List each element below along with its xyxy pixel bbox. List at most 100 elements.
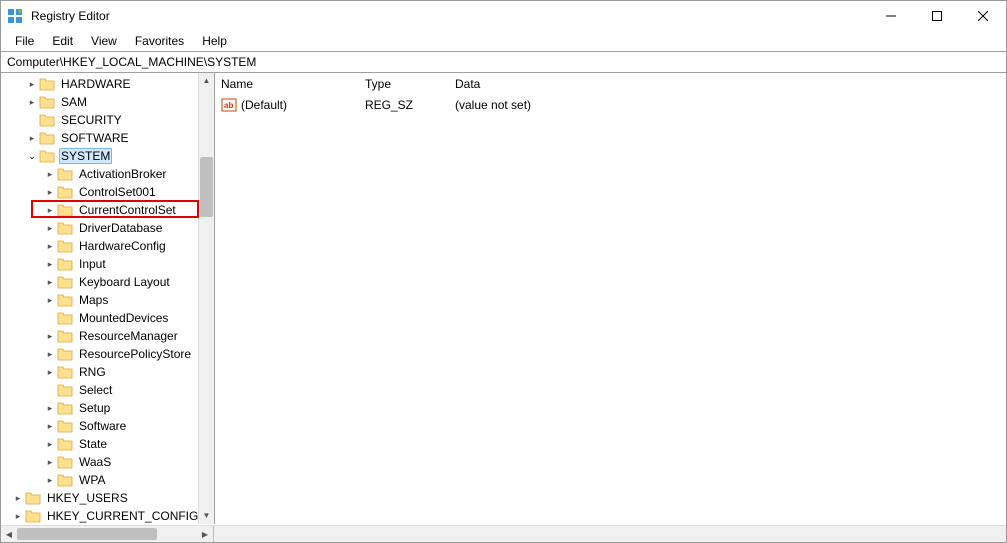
tree-item-currentcontrolset[interactable]: ▸ CurrentControlSet xyxy=(1,201,214,219)
chevron-right-icon[interactable]: ▸ xyxy=(43,421,57,432)
tree-label: Select xyxy=(77,383,114,397)
folder-icon xyxy=(57,167,73,181)
maximize-button[interactable] xyxy=(914,1,960,31)
tree-item-hkey-users[interactable]: ▸ HKEY_USERS xyxy=(1,489,214,507)
tree-label: ControlSet001 xyxy=(77,185,158,199)
tree-item-keyboardlayout[interactable]: ▸ Keyboard Layout xyxy=(1,273,214,291)
tree-label: SAM xyxy=(59,95,89,109)
menu-view[interactable]: View xyxy=(83,32,125,50)
folder-icon xyxy=(57,311,73,325)
chevron-right-icon[interactable]: ▸ xyxy=(43,349,57,360)
tree-label: ActivationBroker xyxy=(77,167,168,181)
tree-item-setup[interactable]: ▸ Setup xyxy=(1,399,214,417)
tree-label: CurrentControlSet xyxy=(77,203,178,217)
scroll-down-icon[interactable]: ▼ xyxy=(199,508,214,524)
chevron-right-icon[interactable]: ▸ xyxy=(43,331,57,342)
folder-icon xyxy=(57,185,73,199)
tree-item-controlset001[interactable]: ▸ ControlSet001 xyxy=(1,183,214,201)
chevron-right-icon[interactable]: ▸ xyxy=(43,475,57,486)
chevron-right-icon[interactable]: ▸ xyxy=(43,403,57,414)
list-row[interactable]: ab (Default) REG_SZ (value not set) xyxy=(215,96,1006,114)
folder-icon xyxy=(57,221,73,235)
tree-item-hardwareconfig[interactable]: ▸ HardwareConfig xyxy=(1,237,214,255)
tree-item-waas[interactable]: ▸ WaaS xyxy=(1,453,214,471)
tree-item-mounteddevices[interactable]: MountedDevices xyxy=(1,309,214,327)
menu-edit[interactable]: Edit xyxy=(44,32,81,50)
menubar: File Edit View Favorites Help xyxy=(1,31,1006,51)
chevron-right-icon[interactable]: ▸ xyxy=(43,259,57,270)
menu-file[interactable]: File xyxy=(7,32,42,50)
column-header-data[interactable]: Data xyxy=(455,77,1006,91)
folder-icon xyxy=(57,203,73,217)
column-header-type[interactable]: Type xyxy=(365,77,455,91)
tree-item-driverdatabase[interactable]: ▸ DriverDatabase xyxy=(1,219,214,237)
chevron-right-icon[interactable]: ▸ xyxy=(11,493,25,504)
tree-item-hkey-current-config[interactable]: ▸ HKEY_CURRENT_CONFIG xyxy=(1,507,214,524)
tree-item-security[interactable]: SECURITY xyxy=(1,111,214,129)
folder-icon xyxy=(39,95,55,109)
tree-label: SECURITY xyxy=(59,113,124,127)
scrollbar-thumb-horizontal[interactable] xyxy=(17,528,157,540)
folder-icon xyxy=(57,437,73,451)
tree-item-activationbroker[interactable]: ▸ ActivationBroker xyxy=(1,165,214,183)
scroll-right-icon[interactable]: ▶ xyxy=(197,530,213,539)
chevron-right-icon[interactable]: ▸ xyxy=(43,169,57,180)
minimize-button[interactable] xyxy=(868,1,914,31)
column-header-name[interactable]: Name xyxy=(221,77,365,91)
menu-help[interactable]: Help xyxy=(194,32,235,50)
close-button[interactable] xyxy=(960,1,1006,31)
tree-item-system[interactable]: ⌄ SYSTEM xyxy=(1,147,214,165)
horizontal-scrollbar[interactable]: ◀ ▶ xyxy=(1,525,1006,542)
tree-vertical-scrollbar[interactable]: ▲ ▼ xyxy=(198,73,214,524)
tree-label: HKEY_CURRENT_CONFIG xyxy=(45,509,200,523)
tree-label: Keyboard Layout xyxy=(77,275,172,289)
chevron-right-icon[interactable]: ▸ xyxy=(43,295,57,306)
chevron-right-icon[interactable]: ▸ xyxy=(43,277,57,288)
folder-icon xyxy=(57,257,73,271)
tree-item-input[interactable]: ▸ Input xyxy=(1,255,214,273)
tree-label: Setup xyxy=(77,401,112,415)
regedit-app-icon xyxy=(7,8,23,24)
tree-scroll[interactable]: ▸ HARDWARE ▸ SAM SECURITY ▸ SOFTWARE ⌄ xyxy=(1,73,214,524)
folder-icon xyxy=(57,473,73,487)
scrollbar-thumb[interactable] xyxy=(200,157,213,217)
tree-item-hardware[interactable]: ▸ HARDWARE xyxy=(1,75,214,93)
chevron-right-icon[interactable]: ▸ xyxy=(43,439,57,450)
tree-item-select[interactable]: Select xyxy=(1,381,214,399)
chevron-right-icon[interactable]: ▸ xyxy=(43,241,57,252)
tree-item-rng[interactable]: ▸ RNG xyxy=(1,363,214,381)
tree-item-state[interactable]: ▸ State xyxy=(1,435,214,453)
tree-label: HARDWARE xyxy=(59,77,133,91)
tree-item-software2[interactable]: ▸ Software xyxy=(1,417,214,435)
tree-item-sam[interactable]: ▸ SAM xyxy=(1,93,214,111)
folder-icon xyxy=(39,113,55,127)
tree-item-wpa[interactable]: ▸ WPA xyxy=(1,471,214,489)
folder-icon xyxy=(39,77,55,91)
tree-item-software[interactable]: ▸ SOFTWARE xyxy=(1,129,214,147)
splitter-handle[interactable] xyxy=(213,526,214,542)
chevron-right-icon[interactable]: ▸ xyxy=(25,79,39,90)
chevron-right-icon[interactable]: ▸ xyxy=(43,367,57,378)
chevron-right-icon[interactable]: ▸ xyxy=(25,97,39,108)
value-data: (value not set) xyxy=(455,98,1006,112)
chevron-right-icon[interactable]: ▸ xyxy=(43,457,57,468)
tree-label: ResourceManager xyxy=(77,329,180,343)
menu-favorites[interactable]: Favorites xyxy=(127,32,192,50)
address-bar[interactable]: Computer\HKEY_LOCAL_MACHINE\SYSTEM xyxy=(1,51,1006,73)
list-header: Name Type Data xyxy=(215,73,1006,92)
tree-item-resourcepolicystore[interactable]: ▸ ResourcePolicyStore xyxy=(1,345,214,363)
chevron-right-icon[interactable]: ▸ xyxy=(25,133,39,144)
scroll-up-icon[interactable]: ▲ xyxy=(199,73,214,89)
titlebar: Registry Editor xyxy=(1,1,1006,31)
scroll-left-icon[interactable]: ◀ xyxy=(1,530,17,539)
folder-icon xyxy=(57,347,73,361)
chevron-down-icon[interactable]: ⌄ xyxy=(25,151,39,162)
chevron-right-icon[interactable]: ▸ xyxy=(43,223,57,234)
tree-item-maps[interactable]: ▸ Maps xyxy=(1,291,214,309)
tree-item-resourcemanager[interactable]: ▸ ResourceManager xyxy=(1,327,214,345)
value-name: (Default) xyxy=(241,98,287,112)
chevron-right-icon[interactable]: ▸ xyxy=(11,511,25,522)
svg-text:ab: ab xyxy=(224,101,233,110)
chevron-right-icon[interactable]: ▸ xyxy=(43,205,57,216)
chevron-right-icon[interactable]: ▸ xyxy=(43,187,57,198)
